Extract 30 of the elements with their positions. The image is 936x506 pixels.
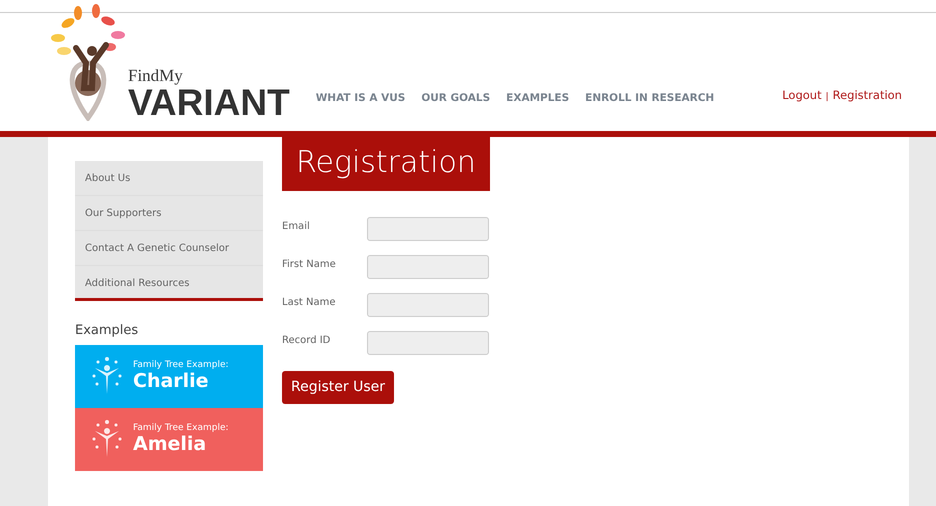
nav-link[interactable]: EXAMPLES [506, 91, 570, 107]
logo-text: FindMy [128, 67, 184, 84]
field-label: Last Name [282, 296, 337, 310]
sidebar-item[interactable]: About Us [75, 161, 263, 196]
section-heading: Examples [75, 322, 140, 340]
logo-title: VARIANT [128, 84, 290, 121]
input-field[interactable] [367, 331, 489, 355]
tree-logo-icon [48, 3, 128, 121]
example-name: Amelia [133, 434, 208, 454]
field-label: Email [282, 220, 311, 234]
register-button[interactable]: Register User [282, 371, 394, 404]
separator: | [826, 92, 829, 102]
registration-link[interactable]: Registration [832, 88, 902, 102]
input-field[interactable] [367, 217, 489, 241]
example-card[interactable]: Family Tree Example: Amelia [75, 408, 263, 470]
nav-link[interactable]: WHAT IS A VUS [316, 91, 406, 107]
nav-link[interactable]: OUR GOALS [421, 91, 490, 107]
sidebar-item[interactable]: Our Supporters [75, 196, 263, 231]
field-label: Record ID [282, 334, 332, 348]
example-caption: Family Tree Example: [133, 360, 229, 370]
input-field[interactable] [367, 255, 489, 279]
logout-link[interactable]: Logout [782, 88, 822, 102]
example-card[interactable]: Family Tree Example: Charlie [75, 344, 263, 408]
nav-link[interactable]: ENROLL IN RESEARCH [585, 91, 714, 107]
input-field[interactable] [367, 293, 489, 317]
sidebar-item[interactable]: Contact A Genetic Counselor [75, 231, 263, 266]
example-caption: Family Tree Example: [133, 424, 229, 434]
page-title: Registration [282, 137, 490, 191]
example-name: Charlie [133, 370, 210, 392]
field-label: First Name [282, 258, 337, 272]
